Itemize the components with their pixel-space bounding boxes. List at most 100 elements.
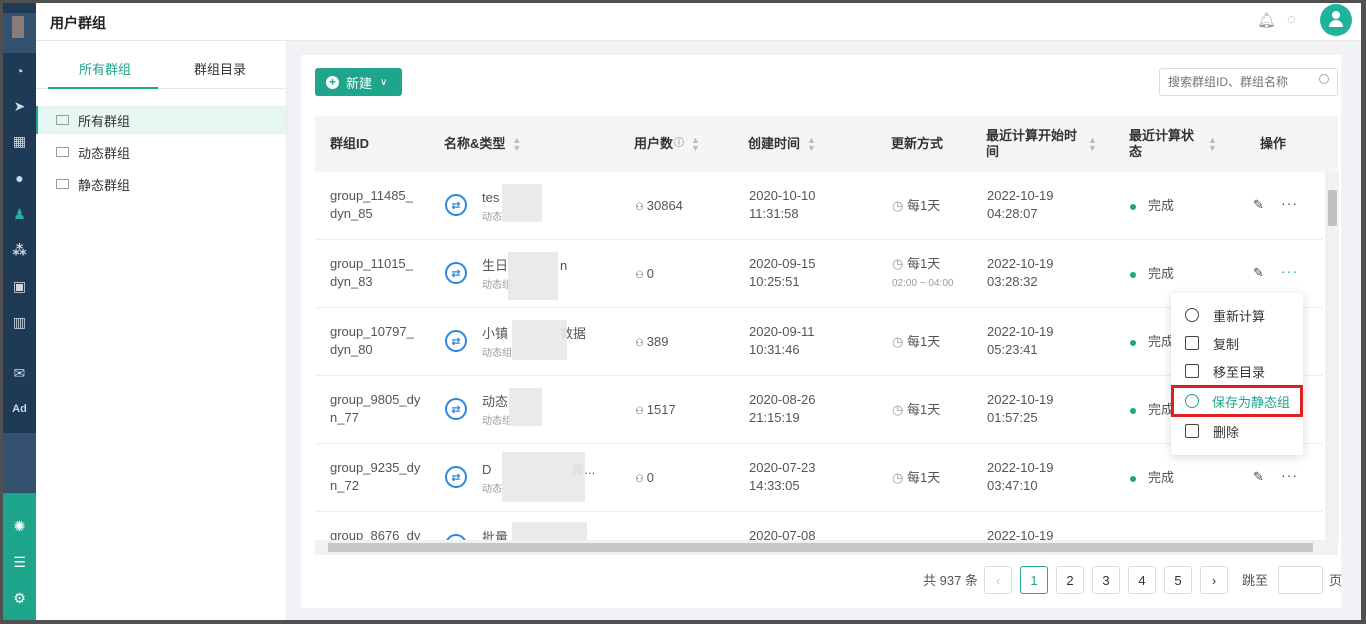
chat-icon[interactable]: ◌ [1287, 11, 1296, 28]
search-input[interactable] [1159, 68, 1338, 96]
col-last-calc-status[interactable]: 最近计算状态 ▲ ▼ [1129, 116, 1229, 172]
sort-icon[interactable]: ▲ ▼ [807, 136, 816, 153]
goto-label: 跳至 [1242, 573, 1269, 588]
tree-item-label: 所有群组 [78, 113, 131, 129]
user-icon[interactable]: ● [3, 163, 36, 193]
group-tree: 所有群组 动态群组 静态群组 [36, 106, 286, 198]
col-group-id: 群组ID [330, 136, 370, 151]
user-count: ⚇ 0 [635, 266, 654, 281]
folder-icon [56, 179, 69, 189]
col-last-calc-start[interactable]: 最近计算开始时间 ▲ ▼ [986, 116, 1111, 172]
tree-item-label: 动态群组 [78, 145, 131, 161]
last-calc-time: 2022-10-19 05:23:41 [987, 324, 1054, 357]
bell-icon[interactable]: 🔔︎ [1257, 11, 1276, 29]
menu-item-delete[interactable]: 删除 [1171, 417, 1303, 445]
ad-icon[interactable]: Ad [3, 394, 36, 424]
menu-item-copy[interactable]: 复制 [1171, 329, 1303, 357]
users-icon: ⚇ [635, 474, 647, 485]
more-icon[interactable]: ··· [1281, 263, 1298, 279]
group-name[interactable]: 动态 动态组 [482, 393, 512, 431]
menu-item-save-as-static-group[interactable]: 保存为静态组 [1171, 385, 1303, 417]
total-count: 共 937 条 [923, 573, 978, 588]
page-2-button[interactable]: 2 [1056, 566, 1084, 594]
new-button[interactable]: + 新建 ∨ [315, 68, 402, 96]
help-icon[interactable]: ⓘ [674, 136, 684, 152]
edit-icon[interactable]: ✎ [1253, 265, 1264, 281]
col-user-count[interactable]: 用户数 ⓘ ▲ ▼ [634, 116, 700, 172]
scroll-thumb[interactable] [1328, 190, 1337, 226]
tree-item-dynamic-groups[interactable]: 动态群组 [36, 138, 286, 166]
sort-icon[interactable]: ▲ ▼ [1088, 136, 1097, 153]
edit-icon[interactable]: ✎ [1253, 469, 1264, 485]
sort-icon[interactable]: ▲ ▼ [1208, 136, 1217, 153]
profile-card-icon[interactable]: ▣ [3, 271, 36, 301]
tree-item-static-groups[interactable]: 静态群组 [36, 170, 286, 198]
col-created-time[interactable]: 创建时间 ▲ ▼ [748, 116, 816, 172]
chevron-down-icon: ∨ [380, 76, 388, 88]
scroll-thumb[interactable] [328, 543, 1313, 552]
calc-status: 完成 [1130, 333, 1174, 351]
col-name-type[interactable]: 名称&类型 ▲ ▼ [444, 116, 521, 172]
more-icon[interactable]: ··· [1281, 195, 1298, 211]
row-actions-menu: 重新计算 复制 移至目录 保存为静态组 删除 [1171, 293, 1303, 455]
active-tab-indicator [48, 87, 158, 89]
page-3-button[interactable]: 3 [1092, 566, 1120, 594]
server-icon[interactable]: ☰ [3, 547, 36, 577]
created-time: 2020-09-15 10:25:51 [749, 256, 816, 289]
wechat-icon[interactable]: ✉ [3, 358, 36, 388]
clock-icon: ◷ [892, 198, 907, 213]
sort-icon[interactable]: ▲ ▼ [691, 136, 700, 153]
avatar[interactable] [1320, 4, 1352, 36]
created-time: 2020-09-11 10:31:46 [749, 324, 815, 357]
last-calc-time: 2022-10-19 03:47:10 [987, 460, 1054, 493]
vertical-scrollbar[interactable] [1325, 172, 1339, 540]
col-update-mode: 更新方式 [891, 136, 944, 151]
tab-all-groups[interactable]: 所有群组 [79, 59, 131, 78]
tree-item-all-groups[interactable]: 所有群组 [36, 106, 286, 134]
menu-item-move-to-directory[interactable]: 移至目录 [1171, 357, 1303, 385]
user-count: ⚇ 1517 [635, 402, 676, 417]
cluster-icon[interactable]: ⁂ [3, 235, 36, 265]
page-1-button[interactable]: 1 [1020, 566, 1048, 594]
group-name[interactable]: 批量 [482, 529, 508, 540]
tab-group-directory[interactable]: 群组目录 [194, 59, 246, 78]
blurred-area [502, 452, 585, 502]
next-page-button[interactable]: › [1200, 566, 1228, 594]
clock-icon: ◷ [892, 256, 907, 271]
gear-icon[interactable]: ⚙ [3, 583, 36, 613]
prev-page-button[interactable]: ‹ [984, 566, 1012, 594]
page-4-button[interactable]: 4 [1128, 566, 1156, 594]
settings-gear-icon[interactable]: ✺ [3, 511, 36, 541]
dynamic-group-icon: ⇄ [445, 398, 467, 420]
update-mode: ◷ 每1天 [892, 470, 941, 485]
page-unit-label: 页 [1329, 573, 1343, 588]
trash-icon [1185, 424, 1199, 438]
save-icon [1185, 336, 1199, 350]
send-icon[interactable]: ➤ [3, 91, 36, 121]
horizontal-scrollbar[interactable] [315, 540, 1338, 555]
more-icon[interactable]: ··· [1281, 467, 1298, 483]
user-group-icon[interactable]: ♟ [3, 199, 36, 229]
user-count: ⚇ 30864 [635, 198, 683, 213]
menu-item-recalculate[interactable]: 重新计算 [1171, 301, 1303, 329]
user-count: ⚇ 389 [635, 334, 669, 349]
clock-icon: ◷ [892, 334, 907, 349]
users-icon: ⚇ [635, 202, 647, 213]
status-dot [1130, 475, 1136, 482]
search-icon[interactable] [1319, 74, 1329, 84]
last-calc-time: 2022-10-19 04:28:07 [987, 188, 1054, 221]
blurred-area [512, 320, 567, 360]
group-id: group_9805_dy n_77 [330, 392, 421, 425]
page-5-button[interactable]: 5 [1164, 566, 1192, 594]
group-id: group_11015_ dyn_83 [330, 256, 413, 289]
layout-icon[interactable]: ▦ [3, 126, 36, 156]
status-dot [1130, 407, 1136, 414]
dashboard-icon[interactable]: ◔ [3, 56, 36, 86]
group-name[interactable]: tes 动态 [482, 189, 502, 227]
edit-icon[interactable]: ✎ [1253, 197, 1264, 213]
move-icon [1185, 364, 1199, 378]
goto-page-input[interactable] [1278, 566, 1323, 594]
new-button-label: 新建 [346, 75, 373, 91]
bar-chart-icon[interactable]: ▥ [3, 307, 36, 337]
sort-icon[interactable]: ▲ ▼ [512, 136, 521, 153]
